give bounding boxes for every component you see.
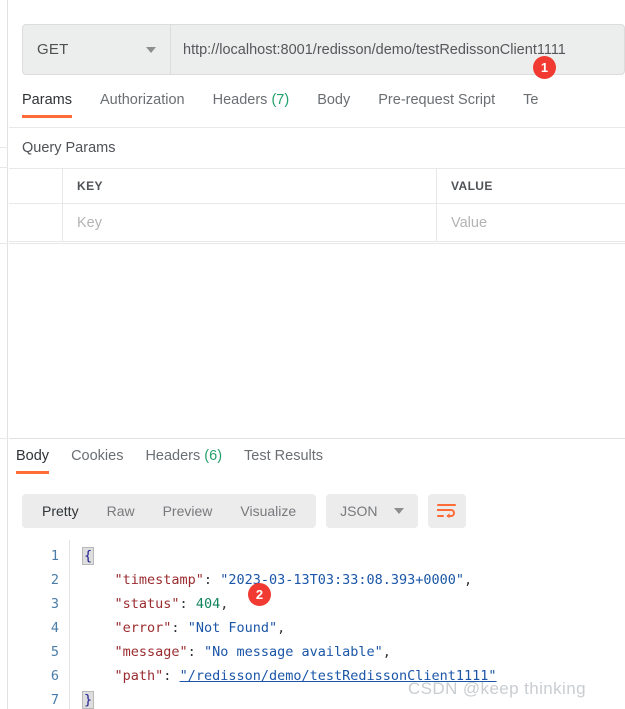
response-tab-body-label: Body xyxy=(16,448,50,464)
response-tab-test-results[interactable]: Test Results xyxy=(244,448,323,474)
response-tab-test-results-label: Test Results xyxy=(244,448,324,464)
response-tab-cookies[interactable]: Cookies xyxy=(71,448,123,474)
tab-params-label: Params xyxy=(22,92,72,108)
line-number-gutter: 1 2 3 4 5 6 7 xyxy=(22,540,70,709)
postman-window: GET http://localhost:8001/redisson/demo/… xyxy=(0,0,625,709)
tab-authorization-label: Authorization xyxy=(99,92,185,108)
http-method-select[interactable]: GET xyxy=(22,24,171,75)
annotation-badge-1: 1 xyxy=(533,56,556,79)
line-number: 5 xyxy=(50,644,59,660)
view-mode-pretty[interactable]: Pretty xyxy=(28,494,93,528)
json-key-message: "message" xyxy=(114,644,188,660)
word-wrap-button[interactable] xyxy=(427,494,466,528)
table-header-row: KEY VALUE xyxy=(9,168,625,204)
query-params-title: Query Params xyxy=(22,140,116,156)
line-number: 1 xyxy=(50,548,59,564)
tab-pre-request-script[interactable]: Pre-request Script xyxy=(378,92,495,118)
tab-headers-count: (7) xyxy=(271,92,290,108)
param-value-input[interactable]: Value xyxy=(451,215,487,231)
code-line-1: { xyxy=(82,544,625,568)
response-tab-cookies-label: Cookies xyxy=(71,448,124,464)
json-value-error: "Not Found" xyxy=(187,620,278,636)
tab-headers-label: Headers xyxy=(212,92,268,108)
word-wrap-icon xyxy=(437,503,457,518)
annotation-badge-2: 2 xyxy=(248,583,271,606)
json-key-path: "path" xyxy=(114,668,164,684)
response-tab-headers-count: (6) xyxy=(204,448,223,464)
line-number: 6 xyxy=(50,668,59,684)
code-line-2: "timestamp": "2023-03-13T03:33:08.393+00… xyxy=(114,572,473,588)
response-tab-headers-label: Headers xyxy=(145,448,201,464)
response-view-toolbar: Pretty Raw Preview Visualize JSON xyxy=(22,494,466,528)
tab-params[interactable]: Params xyxy=(22,92,72,118)
chevron-down-icon xyxy=(146,46,156,53)
tab-tests[interactable]: Te xyxy=(523,92,538,118)
tab-headers[interactable]: Headers (7) xyxy=(213,92,290,118)
response-tab-headers[interactable]: Headers (6) xyxy=(145,448,222,474)
query-params-table: KEY VALUE Key Value xyxy=(9,168,625,242)
http-method-label: GET xyxy=(37,41,69,58)
table-row[interactable]: Key Value xyxy=(9,204,625,242)
tab-body[interactable]: Body xyxy=(317,92,350,118)
json-key-status: "status" xyxy=(114,596,180,612)
watermark: CSDN @keep thinking xyxy=(408,679,586,698)
response-tab-body[interactable]: Body xyxy=(16,448,50,474)
chevron-down-icon xyxy=(393,508,404,514)
request-tab-bar: Params Authorization Headers (7) Body Pr… xyxy=(22,92,625,128)
line-number: 7 xyxy=(50,692,59,708)
column-header-key: KEY xyxy=(77,179,103,193)
view-mode-preview[interactable]: Preview xyxy=(149,494,227,528)
tab-authorization[interactable]: Authorization xyxy=(100,92,185,118)
json-value-message: "No message available" xyxy=(203,644,383,660)
line-number: 3 xyxy=(50,596,59,612)
params-table-bottom-divider xyxy=(9,243,625,244)
json-close-brace: } xyxy=(82,691,95,709)
response-view-mode-group: Pretty Raw Preview Visualize xyxy=(22,494,317,528)
sidebar-edge xyxy=(0,0,8,709)
json-value-status: 404 xyxy=(195,596,221,612)
response-format-label: JSON xyxy=(340,503,378,519)
json-open-brace: { xyxy=(82,547,95,565)
row-checkbox-cell[interactable] xyxy=(22,204,63,241)
request-tabs-divider xyxy=(9,127,625,128)
tab-tests-label: Te xyxy=(523,92,539,108)
view-mode-visualize[interactable]: Visualize xyxy=(226,494,310,528)
request-response-divider[interactable] xyxy=(9,438,625,439)
code-line-3: "status": 404, xyxy=(114,596,229,612)
line-number: 2 xyxy=(50,572,59,588)
response-tab-bar: Body Cookies Headers (6) Test Results xyxy=(16,448,345,474)
json-key-error: "error" xyxy=(114,620,172,636)
url-input[interactable]: http://localhost:8001/redisson/demo/test… xyxy=(171,24,625,75)
tab-pre-request-script-label: Pre-request Script xyxy=(378,92,496,108)
code-line-5: "message": "No message available", xyxy=(114,644,391,660)
param-key-input[interactable]: Key xyxy=(77,215,102,231)
select-all-checkbox-cell[interactable] xyxy=(22,169,63,203)
response-format-select[interactable]: JSON xyxy=(326,494,418,528)
code-line-4: "error": "Not Found", xyxy=(114,620,286,636)
view-mode-raw[interactable]: Raw xyxy=(93,494,149,528)
tab-body-label: Body xyxy=(317,92,351,108)
json-key-timestamp: "timestamp" xyxy=(114,572,204,588)
line-number: 4 xyxy=(50,620,59,636)
column-header-value: VALUE xyxy=(451,179,493,193)
